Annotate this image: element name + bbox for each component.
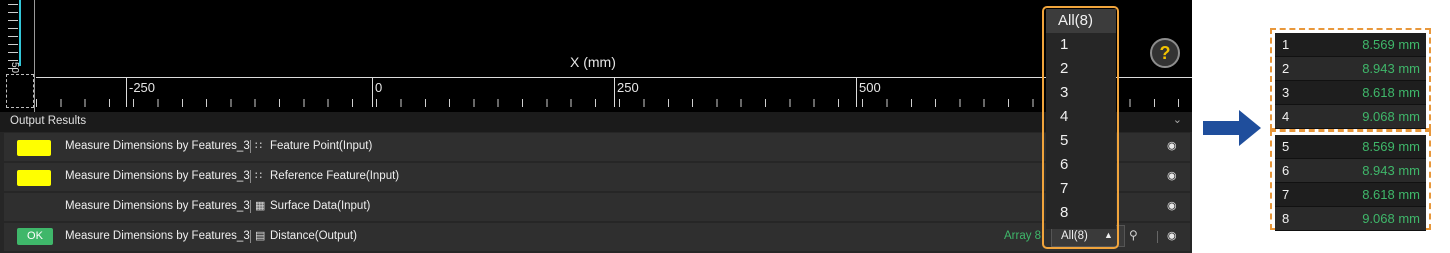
value-measurement: 8.943 mm [1362, 163, 1420, 178]
highlight-outline [1042, 6, 1119, 249]
value-measurement: 8.618 mm [1362, 85, 1420, 100]
value-measurement: 8.569 mm [1362, 37, 1420, 52]
feature-point-icon: ∷ [255, 140, 262, 152]
value-index: 5 [1282, 139, 1290, 154]
result-source-name: Measure Dimensions by Features_3 [65, 200, 250, 212]
value-index: 8 [1282, 211, 1290, 226]
value-measurement: 8.943 mm [1362, 61, 1420, 76]
help-button[interactable]: ? [1150, 38, 1180, 68]
x-axis-major-tick [372, 77, 373, 107]
value-row: 2 8.943 mm [1275, 57, 1426, 81]
array-count-label: Array 8 [1004, 230, 1042, 242]
result-source-name: Measure Dimensions by Features_3 [65, 230, 250, 242]
value-index: 2 [1282, 61, 1290, 76]
eye-icon[interactable]: ◉ [1167, 199, 1177, 212]
value-row: 4 9.068 mm [1275, 105, 1426, 129]
x-axis-major-tick [856, 77, 857, 107]
selection-box [6, 74, 34, 108]
x-axis-title: X (mm) [570, 54, 616, 70]
divider [250, 170, 251, 183]
value-row: 6 8.943 mm [1275, 159, 1426, 183]
vertical-axis-label: 50 [9, 62, 20, 74]
divider [250, 140, 251, 153]
result-item-name: Reference Feature(Input) [270, 170, 400, 182]
vertical-axis: 50 [4, 0, 35, 112]
measurement-app: 50 X (mm) -250 0 250 500 ? Output Result… [0, 0, 1192, 253]
value-measurement: 9.068 mm [1362, 109, 1420, 124]
value-measurement: 8.569 mm [1362, 139, 1420, 154]
x-axis: -250 0 250 500 [36, 77, 1192, 109]
x-tick-label: 250 [617, 80, 639, 95]
output-results-panel: Output Results ⌄ Measure Dimensions by F… [0, 112, 1192, 253]
result-row[interactable]: Measure Dimensions by Features_3 ▦ Surfa… [4, 193, 1190, 221]
cursor-line [19, 0, 21, 66]
values-panel-bottom: 5 8.569 mm 6 8.943 mm 7 8.618 mm 8 9.068… [1270, 130, 1431, 231]
value-row: 7 8.618 mm [1275, 183, 1426, 207]
value-measurement: 8.618 mm [1362, 187, 1420, 202]
value-row: 8 9.068 mm [1275, 207, 1426, 231]
values-list: 5 8.569 mm 6 8.943 mm 7 8.618 mm 8 9.068… [1275, 135, 1426, 231]
pin-icon[interactable]: ⚲ [1129, 228, 1138, 242]
divider [250, 230, 251, 243]
result-source-name: Measure Dimensions by Features_3 [65, 170, 250, 182]
value-measurement: 9.068 mm [1362, 211, 1420, 226]
value-row: 5 8.569 mm [1275, 135, 1426, 159]
value-index: 6 [1282, 163, 1290, 178]
result-source-name: Measure Dimensions by Features_3 [65, 140, 250, 152]
x-axis-major-tick [614, 77, 615, 107]
eye-icon[interactable]: ◉ [1167, 229, 1177, 242]
x-axis-major-tick [126, 77, 127, 107]
color-swatch[interactable] [17, 140, 51, 156]
result-row[interactable]: Measure Dimensions by Features_3 ∷ Featu… [4, 133, 1190, 161]
divider [250, 200, 251, 213]
result-row[interactable]: OK Measure Dimensions by Features_3 ▤ Di… [4, 223, 1190, 251]
result-item-name: Distance(Output) [270, 230, 357, 242]
values-list: 1 8.569 mm 2 8.943 mm 3 8.618 mm 4 9.068… [1275, 33, 1426, 129]
output-results-title: Output Results [10, 115, 87, 127]
value-index: 7 [1282, 187, 1290, 202]
distance-icon: ▤ [255, 230, 266, 242]
color-swatch[interactable] [17, 170, 51, 186]
result-item-name: Surface Data(Input) [270, 200, 371, 212]
arrow-right-icon [1203, 110, 1261, 146]
x-tick-label: -250 [129, 80, 156, 95]
value-index: 4 [1282, 109, 1290, 124]
reference-feature-icon: ∷ [255, 170, 262, 182]
surface-data-icon: ▦ [255, 200, 266, 212]
output-results-header[interactable]: Output Results ⌄ [0, 112, 1192, 132]
x-tick-label: 500 [859, 80, 881, 95]
result-row[interactable]: Measure Dimensions by Features_3 ∷ Refer… [4, 163, 1190, 191]
value-row: 3 8.618 mm [1275, 81, 1426, 105]
values-panel-top: 1 8.569 mm 2 8.943 mm 3 8.618 mm 4 9.068… [1270, 28, 1431, 130]
status-badge: OK [17, 228, 53, 245]
chevron-down-icon[interactable]: ⌄ [1173, 113, 1182, 126]
result-item-name: Feature Point(Input) [270, 140, 373, 152]
divider [1157, 231, 1158, 243]
eye-icon[interactable]: ◉ [1167, 169, 1177, 182]
value-index: 1 [1282, 37, 1290, 52]
value-index: 3 [1282, 85, 1290, 100]
eye-icon[interactable]: ◉ [1167, 139, 1177, 152]
plot-viewport[interactable]: 50 X (mm) -250 0 250 500 ? [0, 0, 1192, 112]
x-tick-label: 0 [375, 80, 383, 95]
value-row: 1 8.569 mm [1275, 33, 1426, 57]
